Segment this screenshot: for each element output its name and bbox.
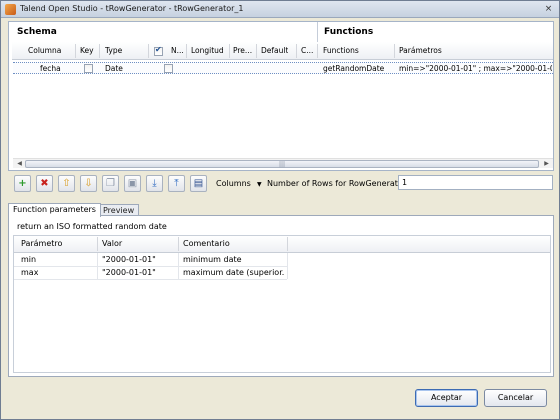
copy-button[interactable]: ❐ <box>102 175 119 192</box>
trowgenerator-dialog: Talend Open Studio - tRowGenerator - tRo… <box>0 0 560 420</box>
header-separator <box>75 44 76 58</box>
export-schema-button[interactable]: ⤒ <box>168 175 185 192</box>
cell-parametros[interactable]: min=>"2000-01-01" ; max=>"2000-01-01" <box>399 63 552 74</box>
header-separator <box>296 44 297 58</box>
move-up-button[interactable]: ⇧ <box>58 175 75 192</box>
header-separator <box>186 44 187 58</box>
nullable-checkbox[interactable] <box>164 64 173 73</box>
col-header-columna[interactable]: Columna <box>28 42 61 60</box>
cancel-button[interactable]: Cancelar <box>484 389 547 407</box>
col-header-longitud[interactable]: Longitud <box>191 42 224 60</box>
col-header-valor[interactable]: Valor <box>102 236 122 252</box>
col-header-default[interactable]: Default <box>261 42 288 60</box>
accept-button[interactable]: Aceptar <box>415 389 478 407</box>
param-comment-max[interactable]: maximum date (superior... <box>183 267 285 279</box>
scroll-left-icon[interactable]: ◀ <box>15 160 24 168</box>
paste-button[interactable]: ▣ <box>124 175 141 192</box>
window-title: Talend Open Studio - tRowGenerator - tRo… <box>20 4 244 13</box>
col-header-functions[interactable]: Functions <box>323 42 359 60</box>
grid-line <box>14 279 287 280</box>
close-icon[interactable]: × <box>543 4 554 15</box>
cell-function[interactable]: getRandomDate <box>323 63 384 74</box>
parameters-header-row <box>14 236 550 253</box>
col-header-key[interactable]: Key <box>80 42 94 60</box>
header-separator <box>317 44 318 58</box>
functions-title: Functions <box>324 27 374 37</box>
header-separator <box>148 44 149 58</box>
col-header-precision[interactable]: Pre... <box>233 42 252 60</box>
col-header-nullable[interactable]: N... <box>171 42 184 60</box>
header-separator <box>394 44 395 58</box>
param-comment-min[interactable]: minimum date <box>183 254 285 266</box>
col-header-parametros[interactable]: Parámetros <box>399 42 442 60</box>
header-separator <box>229 44 230 58</box>
param-name-max[interactable]: max <box>21 267 38 279</box>
col-header-type[interactable]: Type <box>105 42 122 60</box>
rows-count-label: Number of Rows for RowGenerator <box>267 179 407 188</box>
key-checkbox[interactable] <box>84 64 93 73</box>
grip-icon: ||| <box>278 161 286 168</box>
remove-row-button[interactable]: ✖ <box>36 175 53 192</box>
header-nullable-checkbox[interactable] <box>154 45 163 56</box>
import-schema-button[interactable]: ⤓ <box>146 175 163 192</box>
header-separator <box>99 44 100 58</box>
col-header-parametro[interactable]: Parámetro <box>21 236 62 252</box>
header-separator <box>97 237 98 251</box>
col-header-comment[interactable]: C... <box>301 42 313 60</box>
scroll-right-icon[interactable]: ▶ <box>542 160 551 168</box>
rows-count-input[interactable]: 1 <box>398 175 553 190</box>
param-name-min[interactable]: min <box>21 254 36 266</box>
col-header-comentario[interactable]: Comentario <box>183 236 230 252</box>
chevron-down-icon[interactable]: ▼ <box>257 181 262 188</box>
move-down-button[interactable]: ⇩ <box>80 175 97 192</box>
save-button[interactable]: ▤ <box>190 175 207 192</box>
panel-divider <box>317 22 318 42</box>
schema-title: Schema <box>17 27 57 37</box>
tab-function-parameters[interactable]: Function parameters <box>8 203 101 217</box>
horizontal-scrollbar[interactable]: ◀ ||| ▶ <box>13 158 553 168</box>
function-description: return an ISO formatted random date <box>17 222 167 231</box>
header-separator <box>287 237 288 251</box>
header-separator <box>256 44 257 58</box>
param-value-max[interactable]: "2000-01-01" <box>102 267 156 279</box>
cell-columna[interactable]: fecha <box>40 63 61 74</box>
columns-menu-label[interactable]: Columns <box>216 179 251 188</box>
add-row-button[interactable]: + <box>14 175 31 192</box>
talend-app-icon <box>5 4 16 15</box>
param-value-min[interactable]: "2000-01-01" <box>102 254 156 266</box>
cell-type[interactable]: Date <box>105 63 123 74</box>
grid-line <box>287 253 288 279</box>
header-separator <box>178 237 179 251</box>
title-bar[interactable]: Talend Open Studio - tRowGenerator - tRo… <box>1 1 559 18</box>
scroll-thumb[interactable]: ||| <box>25 160 539 168</box>
